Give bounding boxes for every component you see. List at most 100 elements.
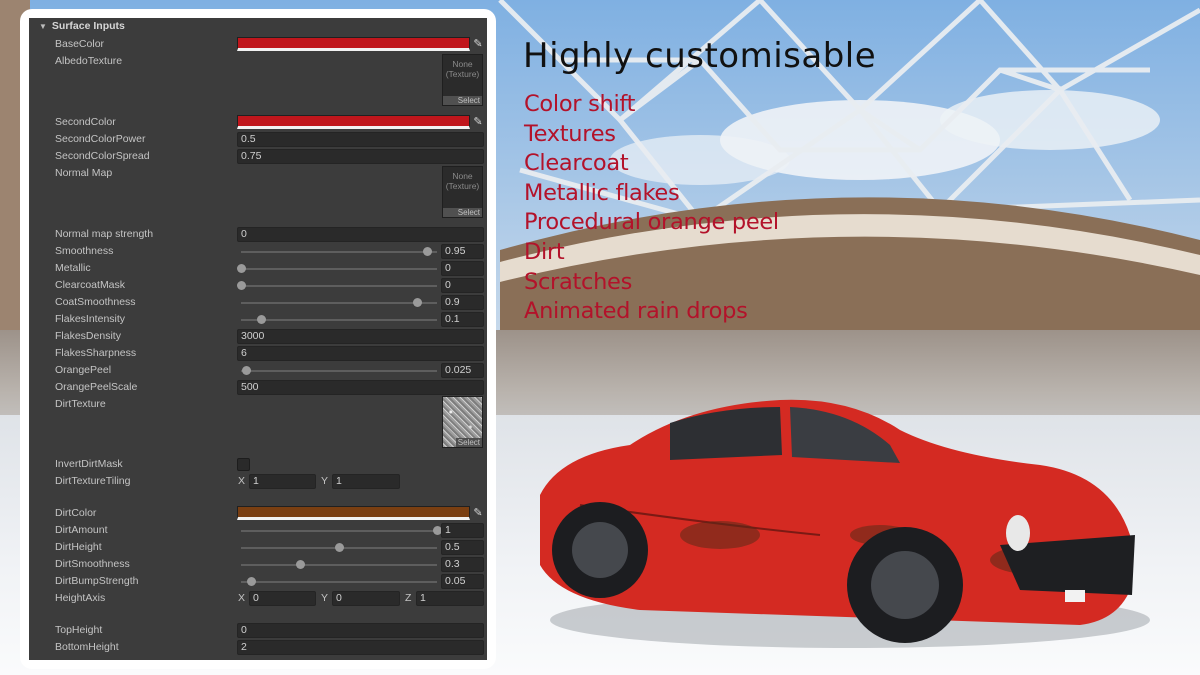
- row-clearcoat-mask: ClearcoatMask 0: [29, 277, 487, 294]
- dirt-height-slider-handle[interactable]: [335, 543, 344, 552]
- bottom-height-field[interactable]: 2: [237, 640, 484, 655]
- dirt-texture-slot[interactable]: Select: [442, 396, 483, 448]
- label: ClearcoatMask: [55, 279, 126, 291]
- axis-y-label: Y: [321, 475, 329, 487]
- dirt-tiling-y-field[interactable]: 1: [332, 474, 400, 489]
- metallic-value-field[interactable]: 0: [441, 261, 484, 276]
- feature-item: Textures: [524, 120, 616, 147]
- row-invert-dirt-mask: InvertDirtMask: [29, 456, 487, 473]
- foldout-triangle-icon[interactable]: ▼: [39, 22, 47, 31]
- dirt-smoothness-value-field[interactable]: 0.3: [441, 557, 484, 572]
- dirt-color-swatch[interactable]: [237, 506, 470, 520]
- label: DirtTexture: [55, 398, 106, 410]
- select-texture-button[interactable]: Select: [443, 96, 482, 105]
- height-axis-z-field[interactable]: 1: [416, 591, 484, 606]
- smoothness-slider-track[interactable]: [241, 251, 437, 253]
- label: TopHeight: [55, 624, 103, 636]
- coat-smoothness-slider-handle[interactable]: [413, 298, 423, 307]
- label: HeightAxis: [55, 592, 106, 604]
- texture-none-text: None (Texture): [445, 59, 480, 79]
- height-axis-y-field[interactable]: 0: [332, 591, 400, 606]
- flakes-intensity-slider-track[interactable]: [241, 319, 437, 321]
- row-bottom-height: BottomHeight 2: [29, 639, 487, 656]
- flakes-intensity-value-field[interactable]: 0.1: [441, 312, 484, 327]
- section-title: Surface Inputs: [51, 20, 125, 32]
- row-dirt-texture-tiling: DirtTextureTiling X 1 Y 1: [29, 473, 487, 490]
- clearcoat-mask-slider-handle[interactable]: [237, 281, 246, 290]
- select-texture-button[interactable]: Select: [443, 208, 482, 217]
- row-second-color-power: SecondColorPower 0.5: [29, 131, 487, 148]
- second-color-spread-field[interactable]: 0.75: [237, 149, 484, 164]
- label: BottomHeight: [55, 641, 119, 653]
- row-dirt-bump-strength: DirtBumpStrength 0.05: [29, 573, 487, 590]
- label: DirtTextureTiling: [55, 475, 131, 487]
- label: BaseColor: [55, 38, 105, 50]
- row-dirt-texture: DirtTexture: [29, 396, 487, 413]
- feature-list: Color shift Textures Clearcoat Metallic …: [524, 90, 779, 327]
- coat-smoothness-slider-track[interactable]: [241, 302, 437, 304]
- dirt-bump-strength-value-field[interactable]: 0.05: [441, 574, 484, 589]
- feature-item: Clearcoat: [524, 150, 629, 177]
- feature-item: Color shift: [524, 91, 636, 117]
- label: Smoothness: [55, 245, 114, 257]
- axis-x-label: X: [238, 592, 246, 604]
- second-color-power-field[interactable]: 0.5: [237, 132, 484, 147]
- feature-item: Scratches: [524, 268, 633, 295]
- row-top-height: TopHeight 0: [29, 622, 487, 639]
- smoothness-value-field[interactable]: 0.95: [441, 244, 484, 259]
- label: OrangePeel: [55, 364, 112, 376]
- row-orange-peel: OrangePeel 0.025: [29, 362, 487, 379]
- dirt-tiling-x-field[interactable]: 1: [249, 474, 316, 489]
- height-axis-x-field[interactable]: 0: [249, 591, 316, 606]
- dirt-bump-strength-slider-track[interactable]: [241, 581, 437, 583]
- flakes-density-field[interactable]: 3000: [237, 329, 484, 344]
- metallic-slider-handle[interactable]: [237, 264, 246, 273]
- clearcoat-mask-slider-track[interactable]: [241, 285, 437, 287]
- second-color-swatch[interactable]: [237, 115, 470, 129]
- eyedropper-icon[interactable]: ✎: [471, 37, 485, 51]
- feature-item: Procedural orange peel: [524, 209, 779, 236]
- dirt-height-value-field[interactable]: 0.5: [441, 540, 484, 555]
- label: InvertDirtMask: [55, 458, 123, 470]
- dirt-amount-slider-track[interactable]: [241, 530, 437, 532]
- row-normal-map-strength: Normal map strength 0: [29, 226, 487, 243]
- row-flakes-intensity: FlakesIntensity 0.1: [29, 311, 487, 328]
- smoothness-slider-handle[interactable]: [423, 247, 433, 256]
- coat-smoothness-value-field[interactable]: 0.9: [441, 295, 484, 310]
- label: FlakesSharpness: [55, 347, 137, 359]
- surface-inputs-foldout[interactable]: ▼ Surface Inputs: [29, 18, 487, 34]
- label: FlakesIntensity: [55, 313, 126, 325]
- orange-peel-scale-field[interactable]: 500: [237, 380, 484, 395]
- orange-peel-value-field[interactable]: 0.025: [441, 363, 484, 378]
- invert-dirt-mask-checkbox[interactable]: [237, 458, 250, 471]
- label: Normal Map: [55, 167, 113, 179]
- row-height-axis: HeightAxis X 0 Y 0 Z 1: [29, 590, 487, 607]
- albedo-texture-slot[interactable]: None (Texture) Select: [442, 54, 483, 106]
- flakes-sharpness-field[interactable]: 6: [237, 346, 484, 361]
- base-color-swatch[interactable]: [237, 37, 470, 51]
- dirt-amount-value-field[interactable]: 1: [441, 523, 484, 538]
- eyedropper-icon[interactable]: ✎: [471, 115, 485, 129]
- top-height-field[interactable]: 0: [237, 623, 484, 638]
- metallic-slider-track[interactable]: [241, 268, 437, 270]
- flakes-intensity-slider-handle[interactable]: [256, 315, 266, 324]
- row-dirt-smoothness: DirtSmoothness 0.3: [29, 556, 487, 573]
- headline: Highly customisable: [523, 36, 877, 76]
- normal-map-strength-field[interactable]: 0: [237, 227, 484, 242]
- row-dirt-color: DirtColor ✎: [29, 505, 487, 522]
- normal-map-slot[interactable]: None (Texture) Select: [442, 166, 483, 218]
- select-texture-button[interactable]: Select: [455, 438, 482, 447]
- label: FlakesDensity: [55, 330, 121, 342]
- dirt-smoothness-slider-track[interactable]: [241, 564, 437, 566]
- row-orange-peel-scale: OrangePeelScale 500: [29, 379, 487, 396]
- orange-peel-slider-handle[interactable]: [241, 366, 251, 375]
- row-flakes-sharpness: FlakesSharpness 6: [29, 345, 487, 362]
- orange-peel-slider-track[interactable]: [241, 370, 437, 372]
- dirt-smoothness-slider-handle[interactable]: [295, 560, 305, 569]
- row-flakes-density: FlakesDensity 3000: [29, 328, 487, 345]
- eyedropper-icon[interactable]: ✎: [471, 506, 485, 520]
- label: DirtBumpStrength: [55, 575, 139, 587]
- material-inspector: ▼ Surface Inputs BaseColor ✎ AlbedoTextu…: [29, 18, 487, 660]
- clearcoat-mask-value-field[interactable]: 0: [441, 278, 484, 293]
- dirt-bump-strength-slider-handle[interactable]: [246, 577, 256, 586]
